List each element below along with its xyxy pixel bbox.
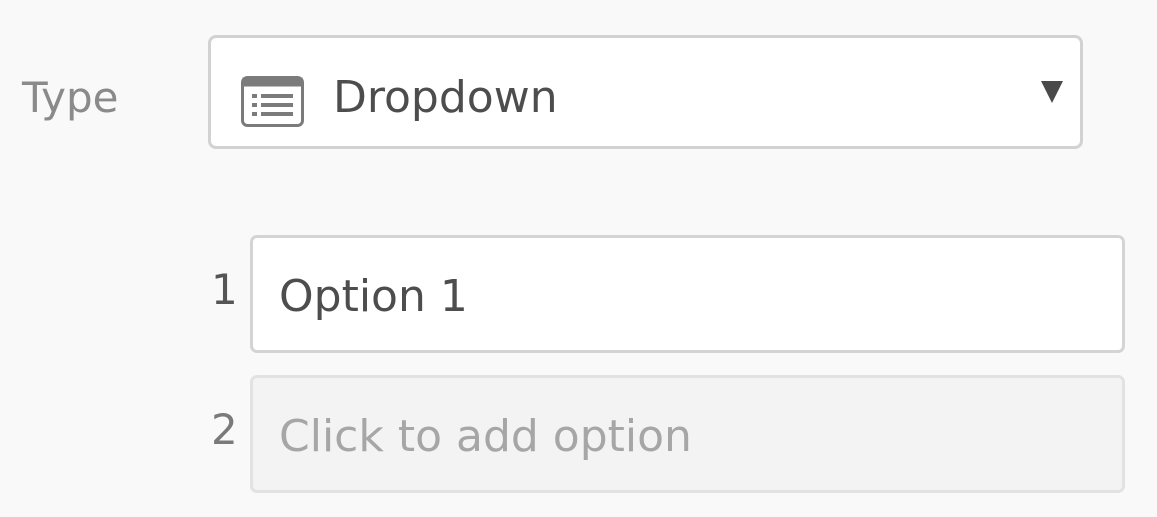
option-number-1: 1 — [211, 265, 238, 314]
field-editor: Type Dropdown 1 Option 1 2 Click to add … — [0, 0, 1157, 517]
add-option-input[interactable]: Click to add option — [250, 375, 1125, 493]
selected-type: Dropdown — [333, 72, 558, 123]
list-icon — [241, 76, 304, 127]
option-1-input[interactable]: Option 1 — [250, 235, 1125, 353]
type-dropdown[interactable]: Dropdown — [208, 35, 1083, 149]
add-option-placeholder: Click to add option — [279, 411, 692, 462]
option-number-2: 2 — [211, 405, 238, 454]
type-label: Type — [22, 73, 119, 122]
option-1-value: Option 1 — [279, 271, 468, 322]
caret-down-icon[interactable] — [1041, 81, 1063, 103]
